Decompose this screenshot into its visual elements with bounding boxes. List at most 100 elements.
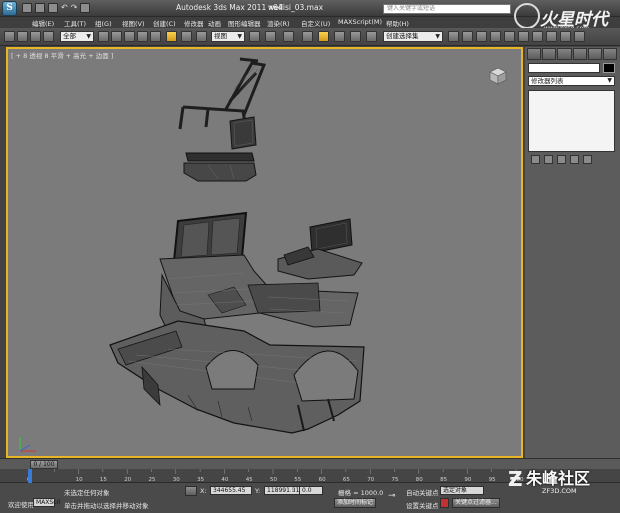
save-file-icon[interactable] [48, 3, 58, 13]
motion-tab-icon[interactable] [572, 48, 587, 60]
move-tool-icon[interactable] [166, 31, 177, 42]
window-crossing-icon[interactable] [137, 31, 148, 42]
rotate-tool-icon[interactable] [181, 31, 192, 42]
manipulate-icon[interactable] [265, 31, 276, 42]
utilities-tab-icon[interactable] [602, 48, 618, 60]
grid-size-label: 栅格 = 1000.0 [338, 489, 384, 497]
select-by-name-icon[interactable] [111, 31, 122, 42]
graphite-ribbon-icon[interactable] [490, 31, 501, 42]
material-editor-icon[interactable] [532, 31, 543, 42]
main-toolbar: 全部 ▼ 视图 ▼ 创建选择集 ▼ [0, 28, 620, 46]
search-input[interactable]: 键入关键字或短语 [383, 4, 511, 14]
pivot-center-icon[interactable] [249, 31, 260, 42]
modify-tab-icon[interactable] [542, 48, 557, 60]
menu-maxscript[interactable]: MAXScript(M) [338, 18, 382, 26]
curve-editor-icon[interactable] [504, 31, 515, 42]
snap-toggle-icon[interactable] [302, 31, 313, 42]
reference-coordinate-value: 视图 [214, 32, 227, 40]
menu-group[interactable]: 组(G) [95, 18, 112, 28]
unlink-icon[interactable] [43, 31, 54, 42]
project-folder-icon[interactable] [80, 3, 91, 13]
new-file-icon[interactable] [22, 3, 32, 13]
app-logo-icon[interactable]: S [2, 1, 17, 16]
menu-edit[interactable]: 编辑(E) [32, 18, 54, 28]
mirror-icon[interactable] [448, 31, 459, 42]
align-icon[interactable] [462, 31, 473, 42]
hierarchy-tab-icon[interactable] [557, 48, 572, 60]
schematic-view-icon[interactable] [518, 31, 529, 42]
undo-icon[interactable]: ↶ [61, 3, 68, 13]
configure-modifier-sets-icon[interactable] [583, 155, 592, 164]
time-slider[interactable]: 0 / 100 [30, 460, 58, 469]
welcome-label: 欢迎使用 [8, 501, 34, 509]
selection-filter-value: 全部 [63, 32, 76, 40]
make-unique-icon[interactable] [557, 155, 566, 164]
menu-views[interactable]: 视图(V) [122, 18, 145, 28]
pin-stack-icon[interactable] [531, 155, 540, 164]
watermark-brand-icon: Ƶ [508, 467, 523, 491]
auto-key-button[interactable]: 自动关键点 [406, 487, 439, 497]
percent-snap-icon[interactable] [334, 31, 345, 42]
key-icon[interactable]: ⊸ [388, 491, 396, 501]
key-filters-button[interactable]: 关键点过滤器... [452, 498, 500, 508]
menu-tools[interactable]: 工具(T) [64, 18, 86, 28]
seat-base-model [183, 152, 257, 182]
lock-selection-icon[interactable] [185, 486, 197, 496]
show-end-result-icon[interactable] [544, 155, 553, 164]
object-name-field[interactable] [528, 63, 600, 73]
command-panel: 修改器列表 ▼ [525, 47, 620, 458]
menu-graph-editors[interactable]: 图形编辑器 [228, 18, 261, 28]
viewcube-icon[interactable] [486, 66, 508, 86]
menu-modifiers[interactable]: 修改器 [184, 18, 204, 28]
maxscript-listener[interactable]: MAXScri [33, 498, 61, 507]
x-label: X: [200, 487, 207, 495]
render-setup-icon[interactable] [546, 31, 557, 42]
menu-help[interactable]: 帮助(H) [386, 18, 409, 28]
jeep-model-wireframe [109, 57, 365, 434]
spinner-snap-icon[interactable] [350, 31, 361, 42]
scale-tool-icon[interactable] [196, 31, 207, 42]
viewport-label[interactable]: [ + 8 透视 8 平滑 + 高光 + 边面 ] [11, 50, 113, 60]
chevron-down-icon: ▼ [237, 33, 242, 40]
watermark-bottom-url: ZF3D.COM [542, 487, 577, 495]
link-icon[interactable] [30, 31, 41, 42]
stack-buttons [531, 155, 615, 165]
keyboard-shortcut-icon[interactable] [283, 31, 294, 42]
selection-region-icon[interactable] [124, 31, 135, 42]
y-label: Y: [255, 487, 261, 495]
modifier-list-dropdown[interactable]: 修改器列表 ▼ [528, 76, 615, 86]
menu-animation[interactable]: 动画 [208, 18, 221, 28]
menu-customize[interactable]: 自定义(U) [301, 18, 330, 28]
open-file-icon[interactable] [35, 3, 45, 13]
select-object-icon[interactable] [98, 31, 109, 42]
chevron-down-icon: ▼ [86, 33, 91, 40]
create-tab-icon[interactable] [527, 48, 542, 60]
perspective-viewport[interactable]: [ + 8 透视 8 平滑 + 高光 + 边面 ] [6, 47, 523, 458]
set-key-button[interactable]: 设置关键点 [406, 500, 439, 510]
layer-manager-icon[interactable] [476, 31, 487, 42]
menu-create[interactable]: 创建(C) [153, 18, 176, 28]
remove-modifier-icon[interactable] [570, 155, 579, 164]
selected-object-dropdown[interactable]: 选定对象 [440, 486, 484, 495]
render-production-icon[interactable] [574, 31, 585, 42]
angle-snap-icon[interactable] [318, 31, 329, 42]
x-coordinate-field[interactable]: 344655.45 [210, 486, 252, 495]
seat-frame-model [178, 57, 267, 130]
undo-tool-icon[interactable] [4, 31, 15, 42]
object-color-swatch[interactable] [603, 63, 615, 73]
add-time-tag-button[interactable]: 添加时间标记 [334, 498, 377, 508]
selection-filter-dropdown[interactable]: 全部 ▼ [60, 31, 94, 42]
redo-tool-icon[interactable] [17, 31, 28, 42]
z-coordinate-field[interactable]: 0.0 [299, 486, 323, 495]
redo-icon[interactable]: ↷ [71, 3, 78, 13]
current-frame-marker [28, 469, 32, 483]
edit-named-selection-icon[interactable] [366, 31, 377, 42]
select-move-icon[interactable] [150, 31, 161, 42]
modifier-stack[interactable] [528, 90, 615, 152]
rendered-frame-icon[interactable] [560, 31, 571, 42]
named-selection-dropdown[interactable]: 创建选择集 ▼ [383, 31, 443, 42]
display-tab-icon[interactable] [587, 48, 602, 60]
menu-rendering[interactable]: 渲染(R) [267, 18, 290, 28]
command-panel-tabs [527, 48, 618, 60]
reference-coordinate-dropdown[interactable]: 视图 ▼ [211, 31, 245, 42]
